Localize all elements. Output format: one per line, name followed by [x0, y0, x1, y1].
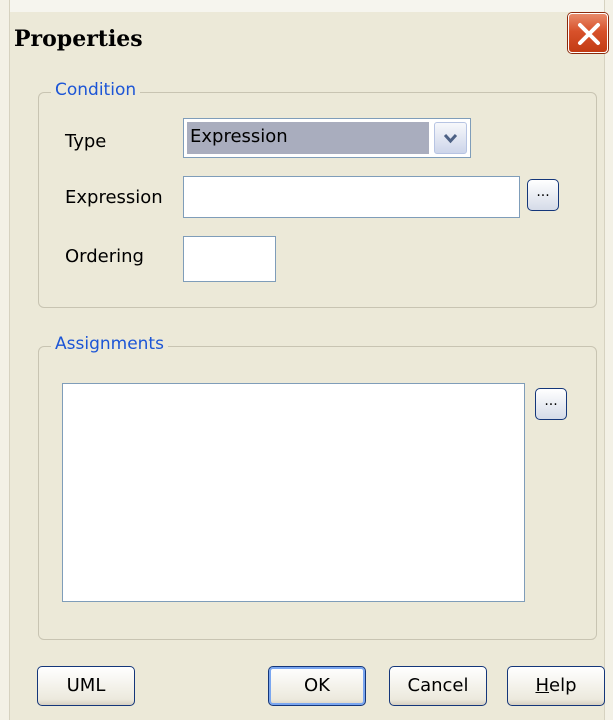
close-icon: [578, 23, 600, 45]
close-button[interactable]: [568, 13, 608, 53]
condition-legend: Condition: [51, 80, 141, 100]
type-dropdown-button[interactable]: [434, 122, 467, 154]
window-frame-left: [0, 0, 10, 720]
window-title: Properties: [14, 26, 143, 52]
assignments-textarea[interactable]: [62, 383, 525, 602]
help-label: elp: [549, 675, 577, 696]
window-frame-top: [0, 0, 613, 12]
type-label: Type: [65, 131, 107, 152]
type-select[interactable]: Expression: [183, 118, 471, 158]
chevron-down-icon: [443, 133, 458, 144]
type-select-value[interactable]: Expression: [187, 122, 429, 154]
ok-button[interactable]: OK: [268, 666, 366, 706]
expression-browse-button[interactable]: ...: [527, 179, 559, 211]
cancel-button[interactable]: Cancel: [389, 666, 487, 706]
uml-button[interactable]: UML: [37, 666, 135, 706]
help-mnemonic: H: [535, 675, 550, 696]
assignments-browse-button[interactable]: ...: [535, 388, 567, 420]
ordering-label: Ordering: [65, 246, 144, 267]
expression-field[interactable]: [183, 176, 520, 218]
ordering-field[interactable]: [183, 236, 276, 282]
assignments-legend: Assignments: [51, 334, 168, 354]
window-frame-right: [604, 0, 613, 720]
expression-label: Expression: [65, 187, 163, 208]
help-button[interactable]: Help: [507, 666, 605, 706]
